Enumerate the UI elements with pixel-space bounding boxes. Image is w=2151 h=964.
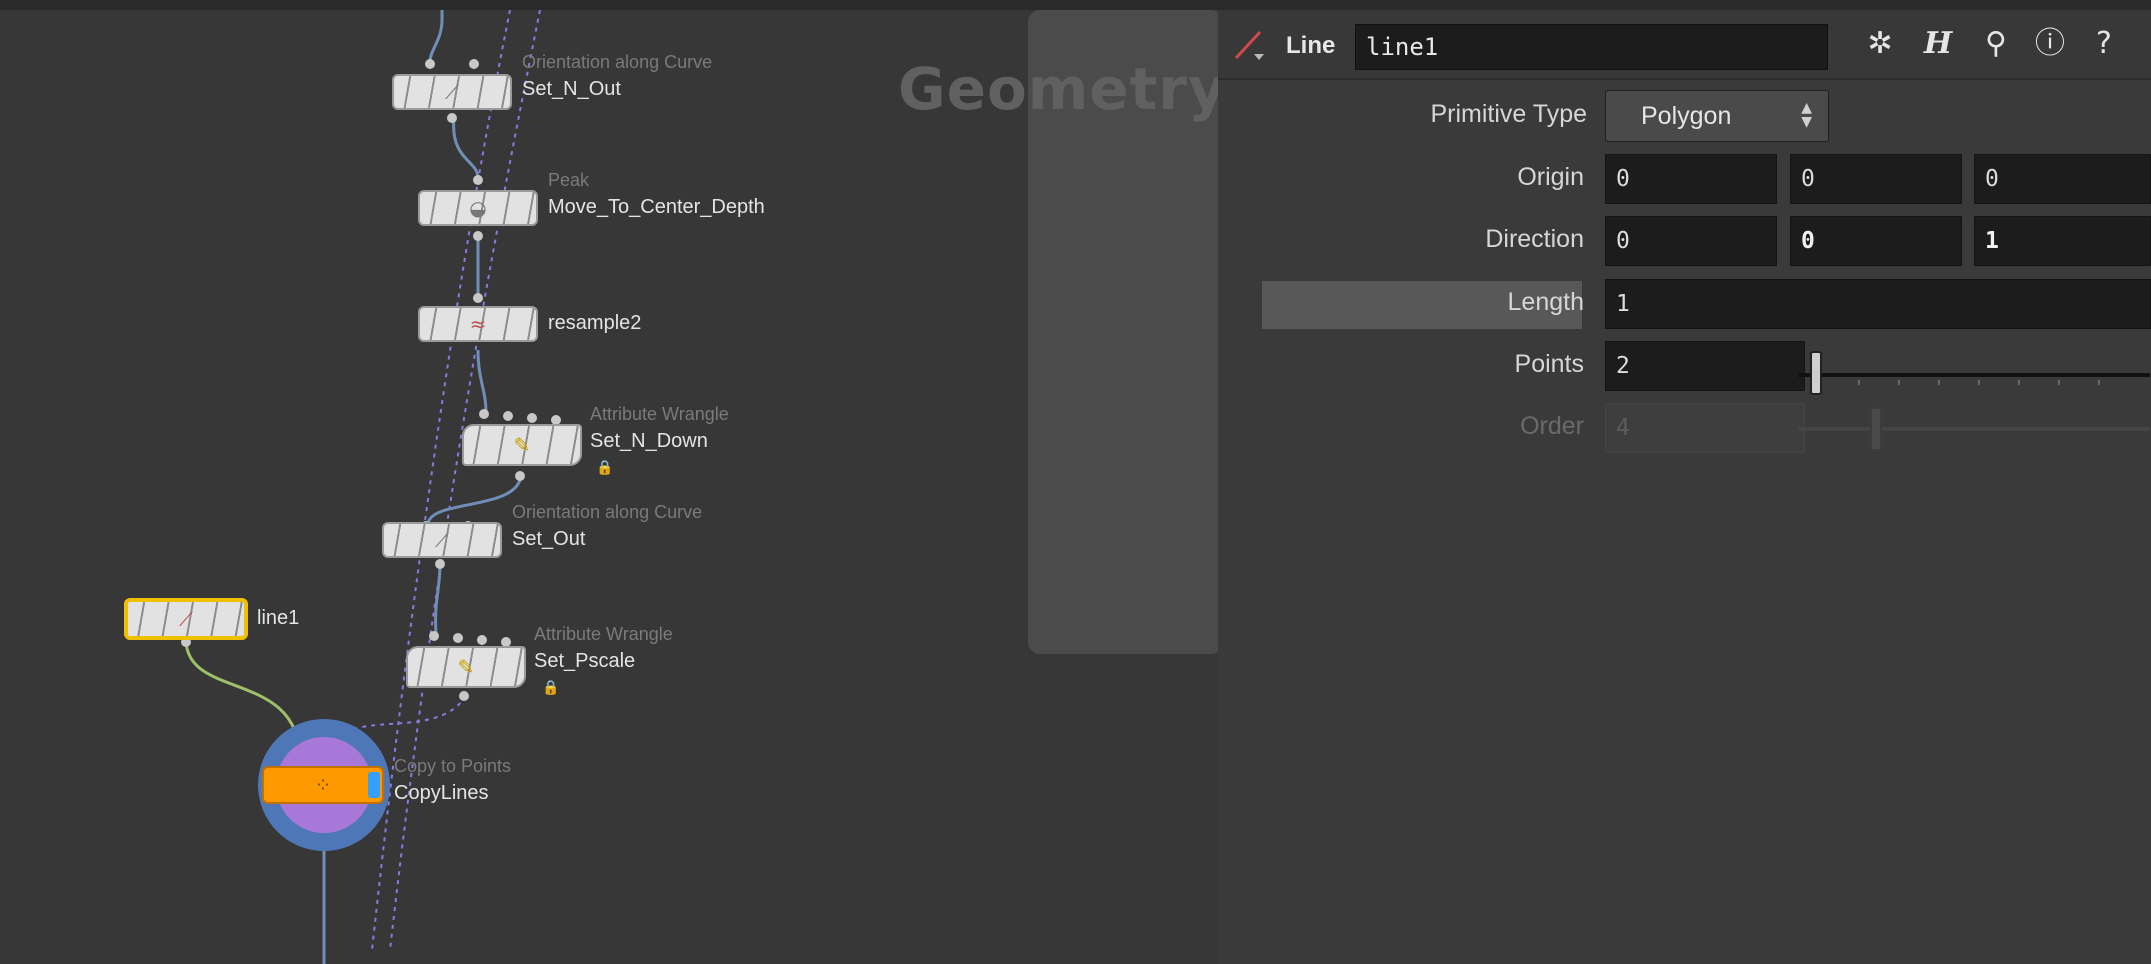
node-name-label[interactable]: Move_To_Center_Depth [548,196,765,219]
lock-icon: 🔒 [542,680,560,696]
order-slider-track [1798,427,2150,431]
length-label: Length [1507,288,1584,316]
slider-tick [2058,380,2060,385]
copy-to-points-icon: ⁘ [314,773,332,797]
node-tile[interactable]: ✎ [462,424,582,466]
wrangle-icon: ✎ [457,655,475,679]
node-tile[interactable]: ✎ [406,646,526,688]
node-tile[interactable]: ≈ [418,306,538,342]
node-name-label[interactable]: resample2 [548,312,641,335]
node-type-label: Orientation along Curve [522,52,713,72]
primitive-type-value: Polygon [1641,102,1732,130]
wires-layer [181,10,561,964]
node-type-title: Line [1286,32,1336,59]
node-tile-selected[interactable]: ⟋ [124,598,248,640]
line-node-icon[interactable] [1232,28,1266,62]
orient-curve-icon: ⟋ [435,528,449,552]
peak-icon: ◒ [469,196,487,220]
search-icon[interactable]: ⚲ [1976,24,2016,64]
slider-tick [1938,380,1940,385]
order-label: Order [1520,412,1584,440]
order-field: 4 [1605,403,1805,453]
slider-tick [2098,380,2100,385]
info-icon[interactable]: ⓘ [2030,24,2070,64]
node-type-label: Attribute Wrangle [534,624,673,644]
node-tile[interactable]: ⟋ [382,522,502,558]
order-slider-handle [1870,407,1882,451]
direction-label: Direction [1485,225,1584,253]
parameter-header: Line line1 ✲ H ⚲ ⓘ ? [1218,10,2151,80]
length-field[interactable]: 1 [1605,279,2151,329]
origin-x-field[interactable]: 0 [1605,154,1777,204]
lock-icon: 🔒 [596,460,614,476]
direction-y-field[interactable]: 0 [1790,216,1962,266]
orient-curve-icon: ⟋ [445,80,459,104]
direction-x-field[interactable]: 0 [1605,216,1777,266]
node-type-label: Peak [548,170,590,190]
node-name-label[interactable]: Set_N_Down [590,430,708,453]
direction-z-field[interactable]: 1 [1974,216,2151,266]
node-tile[interactable]: ⟋ [392,74,512,110]
resample-icon: ≈ [469,312,487,336]
parameter-pane: Line line1 ✲ H ⚲ ⓘ ? Primitive Type Poly… [1218,10,2151,964]
node-tile[interactable]: ◒ [418,190,538,226]
gear-icon[interactable]: ✲ [1860,24,1900,64]
points-slider-track[interactable] [1798,373,2150,377]
node-name-field[interactable]: line1 [1355,24,1828,70]
help-icon[interactable]: ? [2084,24,2124,64]
slider-tick [1978,380,1980,385]
menu-arrows-icon: ▲ ▼ [1801,100,1812,130]
node-tile[interactable]: ⁘ [262,766,384,804]
network-editor[interactable]: Geometry ⟋ Orientation along Curve Set_N… [0,10,1218,964]
node-name-label[interactable]: Set_Out [512,528,585,551]
origin-z-field[interactable]: 0 [1974,154,2151,204]
slider-tick [1858,380,1860,385]
line-icon: ⟋ [179,607,193,631]
node-type-label: Orientation along Curve [512,502,703,522]
points-slider-handle[interactable] [1810,351,1822,395]
origin-label: Origin [1517,163,1584,191]
node-name-label[interactable]: Set_Pscale [534,650,635,673]
origin-y-field[interactable]: 0 [1790,154,1962,204]
slider-tick [2018,380,2020,385]
node-name-label[interactable]: CopyLines [394,782,489,805]
wrangle-icon: ✎ [513,433,531,457]
primitive-type-label: Primitive Type [1430,100,1587,128]
points-field[interactable]: 2 [1605,341,1805,391]
primitive-type-menu[interactable]: Polygon ▲ ▼ [1605,90,1829,142]
houdini-help-icon[interactable]: H [1918,24,1958,64]
display-flag[interactable] [368,772,380,798]
node-type-label: Attribute Wrangle [590,404,729,424]
slider-tick [1898,380,1900,385]
node-name-label[interactable]: line1 [257,607,299,630]
points-label: Points [1514,350,1584,378]
node-name-label[interactable]: Set_N_Out [522,78,621,101]
node-type-label: Copy to Points [394,756,512,776]
